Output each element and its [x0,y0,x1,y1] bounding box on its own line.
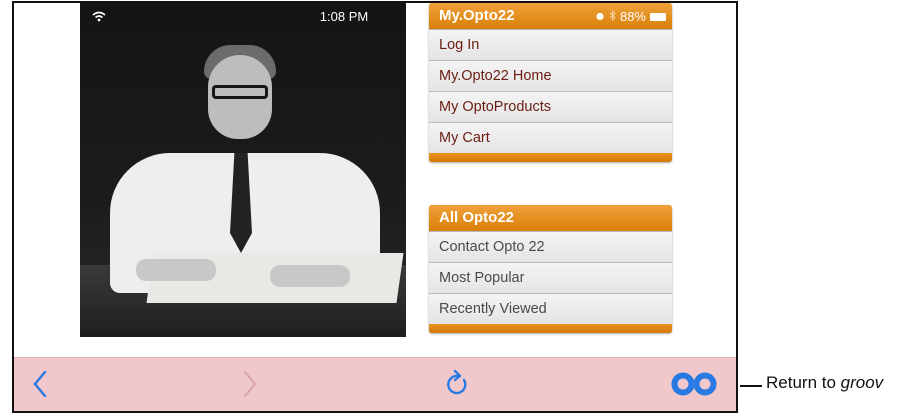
menu-footer [429,153,672,162]
browser-toolbar [14,357,736,411]
callout-label: Return to groov [766,373,883,393]
menu-item-my-optoproducts[interactable]: My OptoProducts [429,91,672,122]
callout-line [740,385,762,387]
menu-item-myopto-home[interactable]: My.Opto22 Home [429,60,672,91]
callout-emphasis: groov [840,373,884,392]
menu-item-my-cart[interactable]: My Cart [429,122,672,153]
myopto-menu: My.Opto22 Log In My.Opto22 Home My OptoP… [429,3,672,162]
status-time: 1:08 PM [319,9,369,24]
all-opto-menu-title: All Opto22 [429,205,672,231]
battery-percent: 88% [619,9,646,24]
infinity-icon[interactable] [670,372,718,401]
battery-icon [650,12,666,21]
chevron-right-icon[interactable] [242,370,258,403]
menu-footer [429,324,672,333]
menu-item-contact[interactable]: Contact Opto 22 [429,231,672,262]
alarm-icon [595,9,605,24]
all-opto-menu: All Opto22 Contact Opto 22 Most Popular … [429,205,672,333]
phone-screen: 1:08 PM 88% My.Opto22 Log In My.Opto22 H… [12,1,738,413]
status-indicators: 88% [595,9,666,24]
callout-prefix: Return to [766,373,841,392]
menu-item-log-in[interactable]: Log In [429,29,672,60]
chevron-left-icon[interactable] [32,370,48,403]
reload-icon[interactable] [444,368,470,403]
menu-item-most-popular[interactable]: Most Popular [429,262,672,293]
bluetooth-icon [609,9,616,24]
vintage-photo [80,3,406,337]
wifi-icon [92,9,106,27]
menu-item-recently-viewed[interactable]: Recently Viewed [429,293,672,324]
